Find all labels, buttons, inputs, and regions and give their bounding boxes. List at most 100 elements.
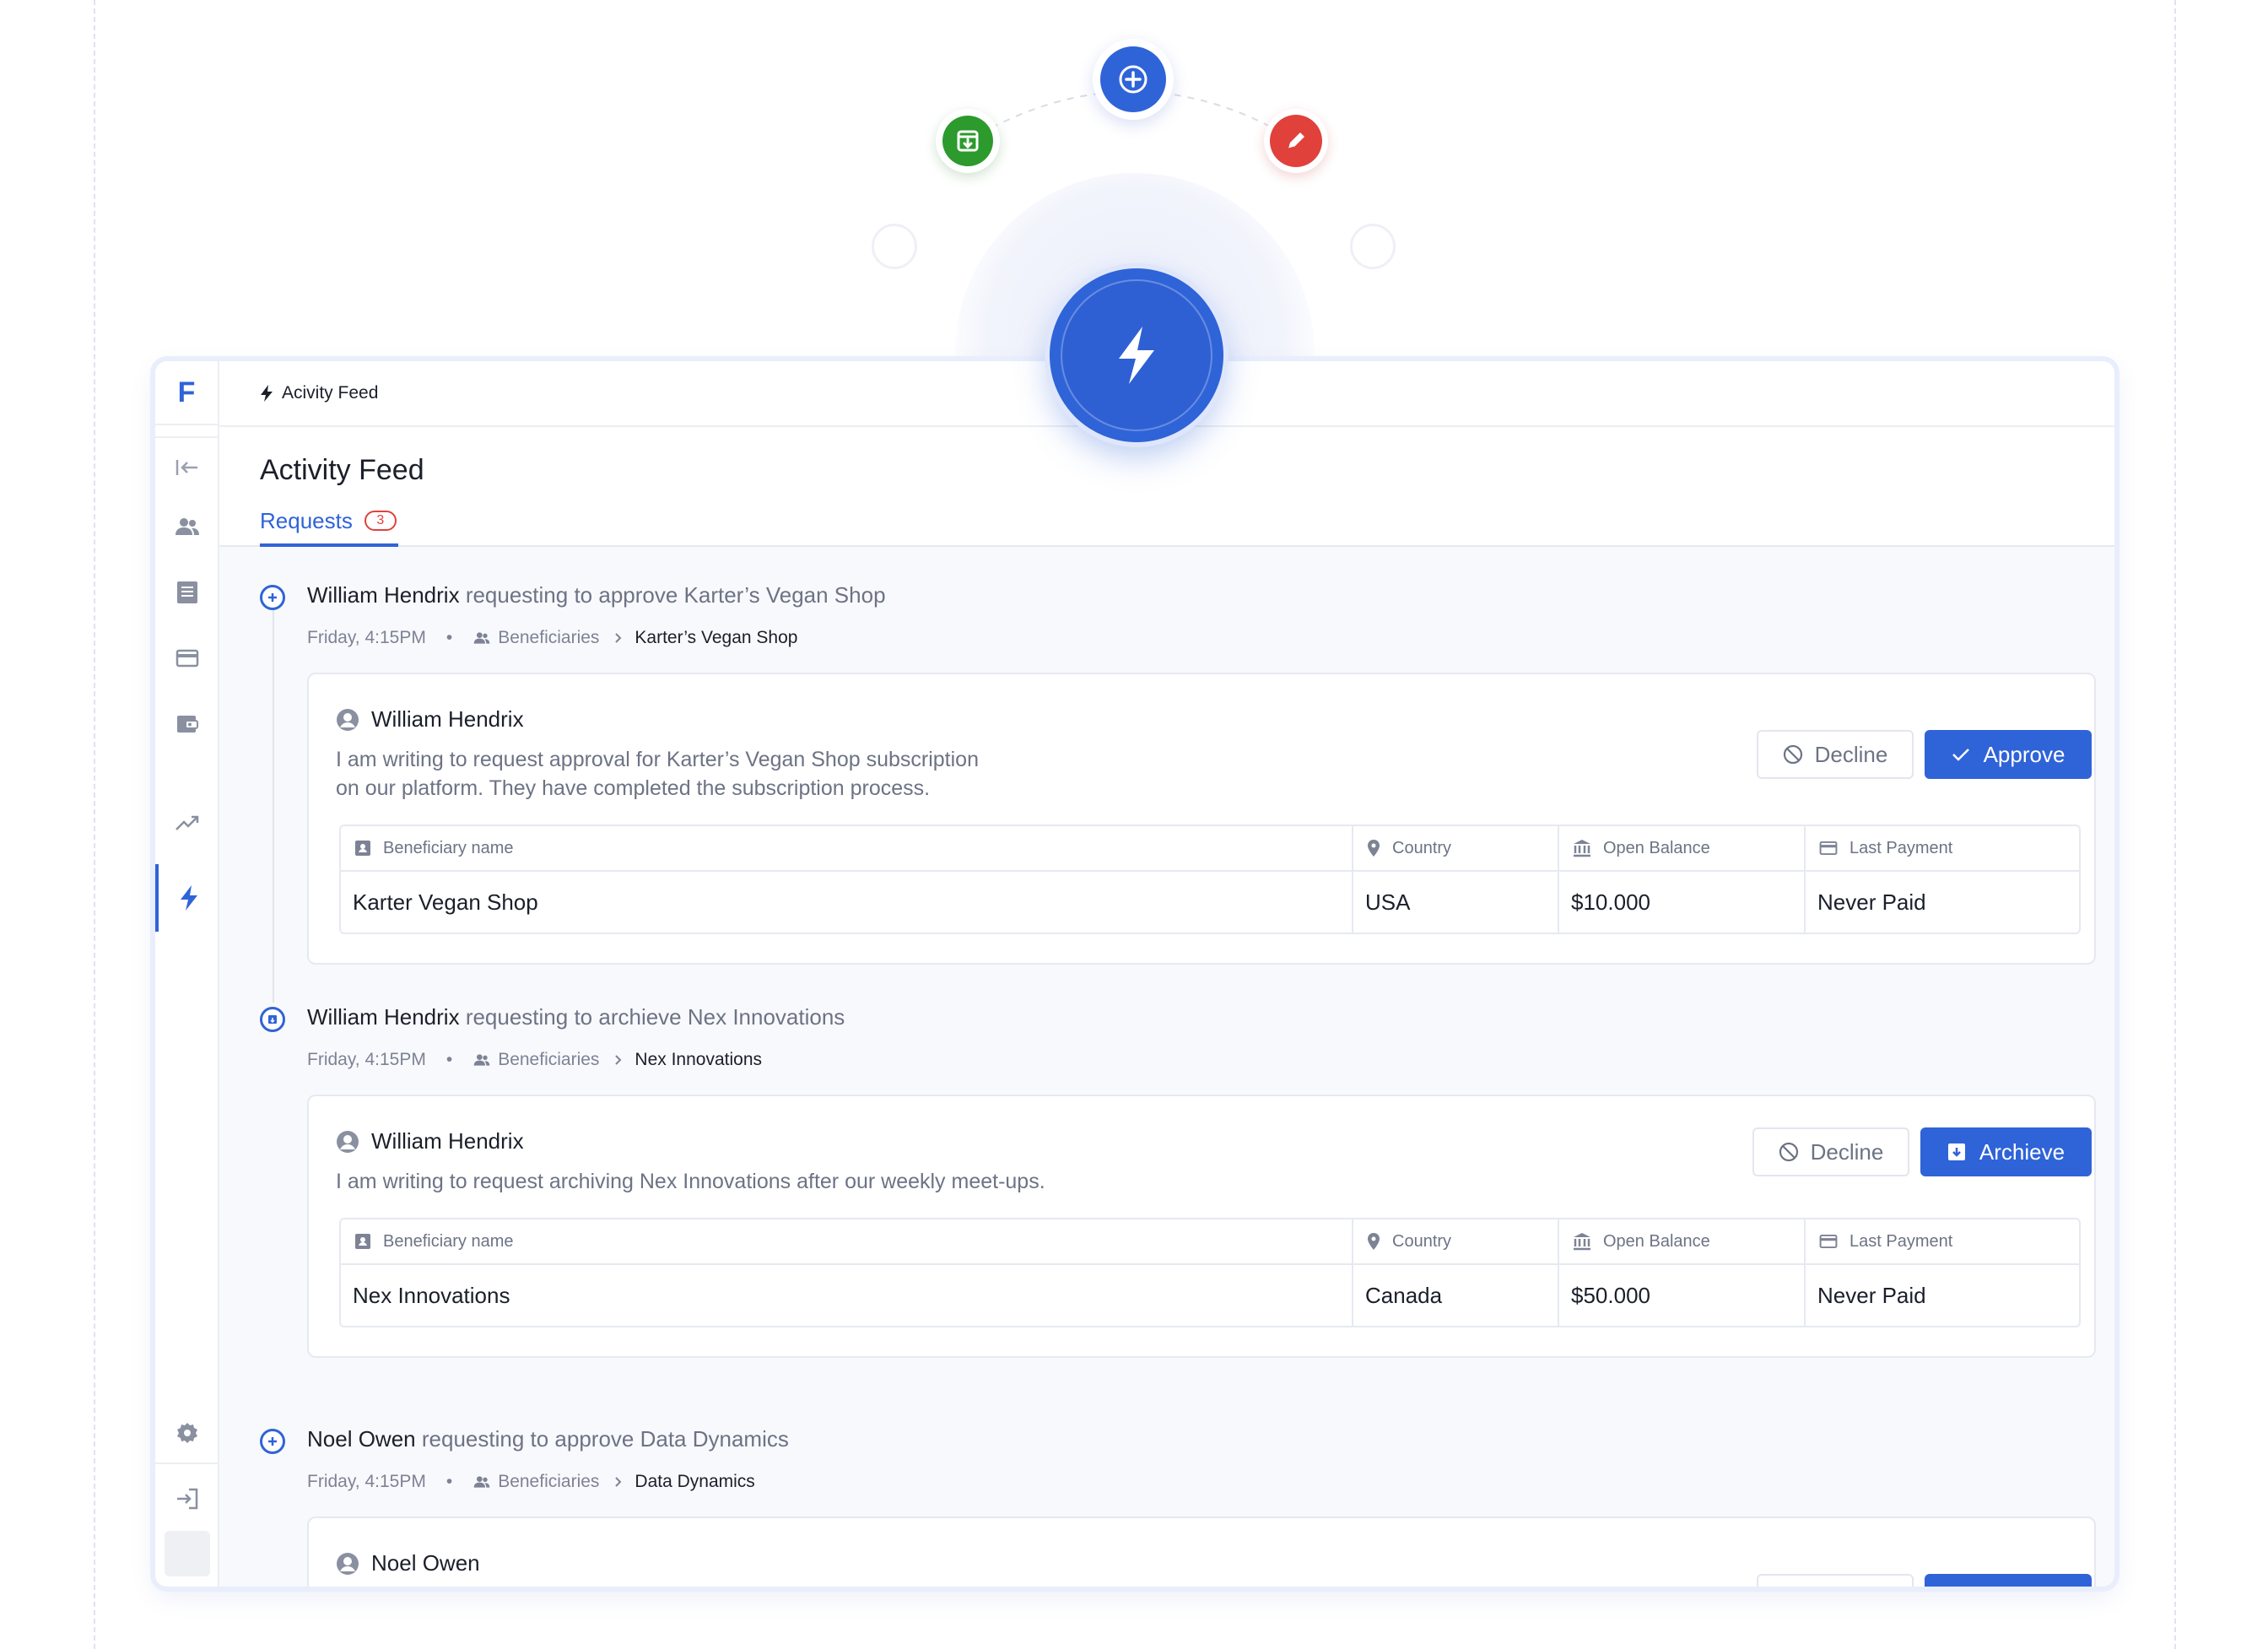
decline-label: Decline: [1810, 1138, 1884, 1165]
page-header: Activity Feed Requests 3: [219, 427, 2114, 547]
entry-title: Noel Owen requesting to approve Data Dyn…: [307, 1426, 789, 1452]
card-message-line: on our platform. They have completed the…: [336, 776, 931, 800]
contact-card-icon: [355, 841, 370, 856]
col-label: Open Balance: [1603, 1231, 1710, 1251]
decline-button[interactable]: Decline: [1757, 730, 1914, 779]
entry-time: Friday, 4:15PM: [307, 1050, 426, 1069]
entry-user[interactable]: Noel Owen: [307, 1426, 416, 1452]
entry-action: requesting to approve Data Dynamics: [421, 1426, 789, 1452]
beneficiary-table: Beneficiary name Country Open Balance La…: [339, 1218, 2081, 1327]
target-link[interactable]: Karter’s Vegan Shop: [634, 628, 797, 648]
request-card: William Hendrix I am writing to request …: [307, 673, 2096, 965]
empty-slot-left: [872, 224, 917, 269]
bolt-icon: [181, 885, 197, 911]
chevron-right-icon: [614, 632, 623, 644]
user-circle-icon: [337, 1130, 359, 1153]
collapse-sidebar-button[interactable]: [155, 442, 219, 493]
bank-icon: [1574, 840, 1590, 857]
col-open-balance: Open Balance: [1559, 1219, 1806, 1263]
request-card: Noel Owen: [307, 1517, 2096, 1587]
user-circle-icon: [337, 1552, 359, 1575]
col-last-payment: Last Payment: [1806, 826, 2079, 870]
timeline-line: [273, 599, 274, 1003]
sidebar-divider: [155, 1462, 219, 1464]
cell-open-balance: $50.000: [1559, 1265, 1806, 1326]
col-label: Open Balance: [1603, 838, 1710, 857]
tab-requests[interactable]: Requests 3: [260, 508, 398, 547]
approve-button[interactable]: [1925, 1574, 2092, 1587]
sidebar-item-wallet[interactable]: [155, 699, 219, 749]
main-content: Acivity Feed Activity Feed Requests 3 Wi…: [219, 361, 2114, 1587]
approve-label: Approve: [1983, 741, 2066, 767]
card-user-name: William Hendrix: [371, 1128, 524, 1154]
bolt-icon: [1119, 327, 1154, 384]
archive-icon: [957, 130, 979, 152]
map-pin-icon: [1368, 840, 1380, 857]
table-header: Beneficiary name Country Open Balance La…: [341, 1219, 2079, 1265]
app-logo[interactable]: F: [155, 361, 218, 425]
chevron-right-icon: [614, 1476, 623, 1488]
sidebar-item-documents[interactable]: [155, 567, 219, 618]
activity-bolt-badge: [1050, 268, 1223, 442]
entry-title: William Hendrix requesting to archieve N…: [307, 1004, 845, 1030]
decline-button[interactable]: Decline: [1752, 1127, 1909, 1176]
sidebar-item-analytics[interactable]: [155, 798, 219, 849]
sidebar-item-settings[interactable]: [155, 1408, 219, 1458]
logout-button[interactable]: [155, 1473, 219, 1524]
breadcrumb-current: Acivity Feed: [282, 383, 379, 403]
decline-button[interactable]: [1757, 1574, 1914, 1587]
user-avatar[interactable]: [165, 1531, 210, 1576]
col-beneficiary-name: Beneficiary name: [341, 1219, 1353, 1263]
archive-icon: [1947, 1143, 1965, 1160]
entry-time: Friday, 4:15PM: [307, 1472, 426, 1491]
sidebar-item-activity[interactable]: [155, 864, 219, 932]
entry-user[interactable]: William Hendrix: [307, 1004, 460, 1030]
check-icon: [1952, 749, 1969, 761]
entry-title: William Hendrix requesting to approve Ka…: [307, 582, 886, 608]
category-label: Beneficiaries: [498, 1050, 600, 1069]
archive-button[interactable]: Archieve: [1920, 1127, 2092, 1176]
cell-country: USA: [1353, 872, 1559, 933]
plus-circle-icon: [260, 1429, 285, 1454]
entry-action: requesting to approve Karter’s Vegan Sho…: [465, 582, 886, 608]
card-message-line: I am writing to request approval for Kar…: [336, 748, 979, 771]
add-action-button[interactable]: [1093, 39, 1174, 120]
approve-button[interactable]: Approve: [1925, 730, 2092, 779]
col-label: Last Payment: [1850, 1231, 1953, 1251]
document-icon: [177, 581, 197, 603]
sidebar-item-cards[interactable]: [155, 633, 219, 684]
cell-beneficiary-name: Karter Vegan Shop: [341, 872, 1353, 933]
tab-count-badge: 3: [364, 511, 397, 531]
archive-action-button[interactable]: [936, 109, 1000, 173]
page-title: Activity Feed: [260, 454, 424, 486]
card-message: I am writing to request archiving Nex In…: [336, 1167, 1045, 1196]
users-icon: [473, 632, 490, 644]
cell-last-payment: Never Paid: [1817, 889, 1926, 915]
meta-bullet: •: [446, 1472, 453, 1491]
empty-slot-right: [1350, 224, 1396, 269]
col-label: Last Payment: [1850, 838, 1953, 857]
cell-last-payment: Never Paid: [1817, 1282, 1926, 1308]
table-row: Karter Vegan Shop USA $10.000 Never Paid: [341, 872, 2079, 933]
category-link[interactable]: Beneficiaries: [472, 628, 599, 648]
entry-meta: Friday, 4:15PM • Beneficiaries Data Dyna…: [307, 1472, 755, 1492]
target-link[interactable]: Nex Innovations: [634, 1050, 762, 1070]
card-user: William Hendrix: [336, 1128, 524, 1154]
user-circle-icon: [337, 708, 359, 731]
entry-user[interactable]: William Hendrix: [307, 582, 460, 608]
edit-action-button[interactable]: [1264, 109, 1328, 173]
col-country: Country: [1353, 1219, 1559, 1263]
plus-circle-icon: [260, 585, 285, 610]
category-link[interactable]: Beneficiaries: [472, 1050, 599, 1070]
target-link[interactable]: Data Dynamics: [634, 1472, 754, 1492]
card-message-line: I am writing to request archiving Nex In…: [336, 1170, 1045, 1193]
sidebar-item-users[interactable]: [155, 501, 219, 552]
col-label: Country: [1392, 838, 1452, 857]
category-link[interactable]: Beneficiaries: [472, 1472, 599, 1492]
card-user: Noel Owen: [336, 1550, 480, 1576]
col-label: Beneficiary name: [383, 838, 514, 857]
col-label: Country: [1392, 1231, 1452, 1251]
archive-circle-icon: [260, 1007, 285, 1032]
entry-meta: Friday, 4:15PM • Beneficiaries Karter’s …: [307, 628, 797, 648]
app-window: F Acivity Feed Activity Feed Requests 3 …: [155, 361, 2114, 1587]
